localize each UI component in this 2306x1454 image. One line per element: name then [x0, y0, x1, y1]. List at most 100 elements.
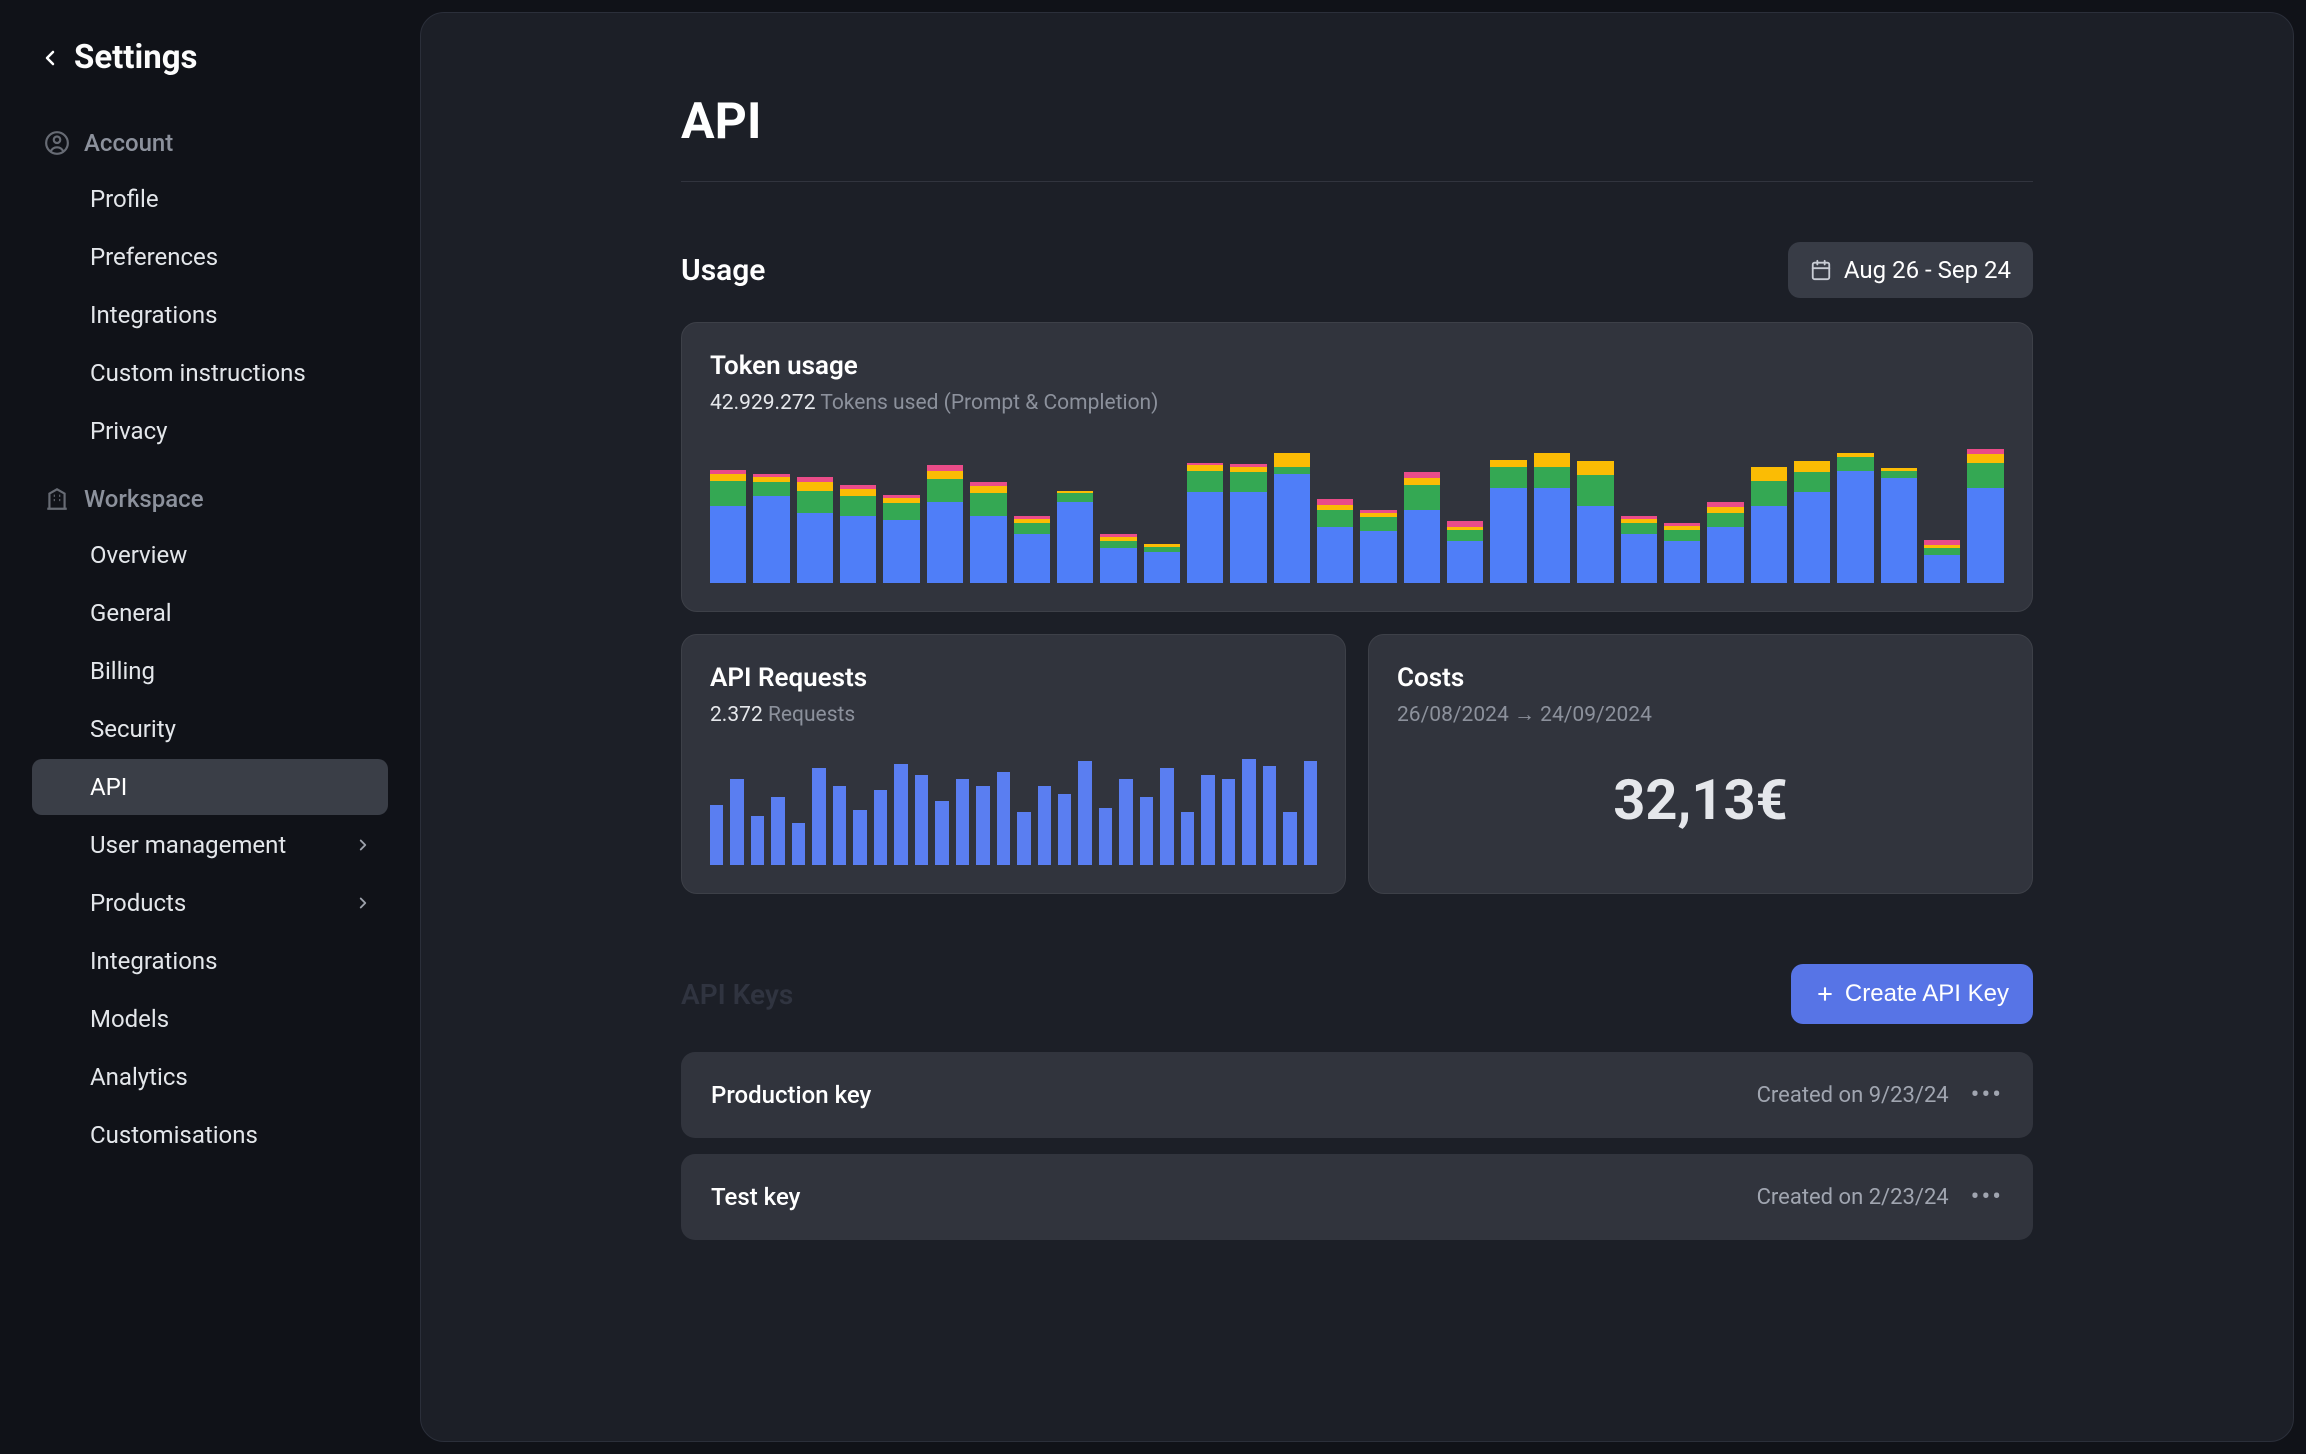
more-icon[interactable]: ••• [1971, 1080, 2003, 1110]
sidebar-item-billing[interactable]: Billing [32, 643, 388, 699]
chevron-right-icon [354, 894, 372, 912]
sidebar-item-custom-instructions[interactable]: Custom instructions [32, 345, 388, 401]
more-icon[interactable]: ••• [1971, 1182, 2003, 1212]
chart-bar [997, 772, 1010, 866]
chart-bar [1283, 812, 1296, 865]
sidebar-item-models[interactable]: Models [32, 991, 388, 1047]
chart-bar [1621, 516, 1657, 583]
api-requests-card: API Requests 2.372 Requests [681, 634, 1346, 894]
sidebar-item-label: Custom instructions [90, 359, 306, 387]
sidebar-item-label: Models [90, 1005, 169, 1033]
chart-bar [1230, 464, 1266, 583]
api-key-name: Test key [711, 1183, 800, 1211]
date-range-label: Aug 26 - Sep 24 [1844, 256, 2011, 284]
sidebar-item-preferences[interactable]: Preferences [32, 229, 388, 285]
chart-bar [1181, 812, 1194, 865]
chart-bar [812, 768, 825, 865]
api-key-date: Created on 2/23/24 [1757, 1185, 1949, 1210]
chart-bar [1360, 510, 1396, 583]
page-title: API [681, 93, 2033, 182]
usage-section-header: Usage Aug 26 - Sep 24 [681, 242, 2033, 298]
chart-bar [1014, 516, 1050, 583]
sidebar-item-privacy[interactable]: Privacy [32, 403, 388, 459]
sidebar-title: Settings [74, 38, 198, 77]
sidebar-item-customisations[interactable]: Customisations [32, 1107, 388, 1163]
chart-bar [1160, 768, 1173, 865]
chart-bar [1664, 523, 1700, 583]
main-content: API Usage Aug 26 - Sep 24 Token usage 42… [420, 12, 2294, 1442]
sidebar-item-label: General [90, 599, 172, 627]
chart-bar [1017, 812, 1030, 865]
api-requests-chart [710, 755, 1317, 865]
sidebar-item-label: Billing [90, 657, 155, 685]
chart-bar [710, 805, 723, 866]
costs-card: Costs 26/08/2024 → 24/09/2024 32,13€ [1368, 634, 2033, 894]
api-keys-title: API Keys [681, 978, 793, 1011]
chart-bar [1490, 460, 1526, 583]
chart-bar [840, 485, 876, 583]
chart-bar [915, 775, 928, 865]
sidebar-item-label: Preferences [90, 243, 218, 271]
chart-bar [1038, 786, 1051, 865]
chart-bar [1201, 775, 1214, 865]
costs-value: 32,13€ [1397, 767, 2004, 833]
api-requests-subtitle: 2.372 Requests [710, 703, 1317, 727]
chart-bar [797, 477, 833, 583]
chevron-right-icon [354, 836, 372, 854]
sidebar-item-label: Integrations [90, 301, 218, 329]
chart-bar [1304, 761, 1317, 866]
sidebar-item-label: Security [90, 715, 176, 743]
costs-range: 26/08/2024 → 24/09/2024 [1397, 703, 2004, 727]
sidebar-item-label: Customisations [90, 1121, 258, 1149]
api-key-name: Production key [711, 1081, 871, 1109]
chart-bar [853, 810, 866, 865]
sidebar-item-profile[interactable]: Profile [32, 171, 388, 227]
sidebar-item-label: Products [90, 889, 186, 917]
user-circle-icon [44, 130, 70, 156]
sidebar-item-overview[interactable]: Overview [32, 527, 388, 583]
chart-bar [751, 816, 764, 866]
create-api-key-button[interactable]: Create API Key [1791, 964, 2033, 1024]
chart-bar [753, 474, 789, 583]
chart-bar [1447, 521, 1483, 583]
sidebar-item-general[interactable]: General [32, 585, 388, 641]
sidebar-item-api[interactable]: API [32, 759, 388, 815]
sidebar-item-analytics[interactable]: Analytics [32, 1049, 388, 1105]
sidebar-item-products[interactable]: Products [32, 875, 388, 931]
chart-bar [1187, 463, 1223, 583]
sidebar-item-integrations[interactable]: Integrations [32, 287, 388, 343]
chart-bar [1967, 449, 2003, 583]
sidebar-section-workspace: Workspace [32, 473, 388, 525]
sidebar-item-user-management[interactable]: User management [32, 817, 388, 873]
chart-bar [927, 465, 963, 583]
sidebar-item-security[interactable]: Security [32, 701, 388, 757]
sidebar-item-integrations[interactable]: Integrations [32, 933, 388, 989]
calendar-icon [1810, 259, 1832, 281]
chart-bar [935, 801, 948, 865]
sidebar-item-label: Integrations [90, 947, 218, 975]
chart-bar [894, 764, 907, 865]
chart-bar [1317, 499, 1353, 583]
chart-bar [730, 779, 743, 865]
sidebar-item-label: Overview [90, 541, 187, 569]
chart-bar [1222, 779, 1235, 865]
api-key-date: Created on 9/23/24 [1757, 1083, 1949, 1108]
chart-bar [1263, 766, 1276, 865]
chart-bar [1577, 461, 1613, 583]
token-usage-title: Token usage [710, 351, 2004, 381]
sidebar-item-label: Analytics [90, 1063, 188, 1091]
usage-label: Usage [681, 253, 765, 288]
chart-bar [1078, 761, 1091, 866]
chart-bar [771, 797, 784, 865]
sidebar-item-label: User management [90, 831, 286, 859]
chart-bar [1881, 468, 1917, 583]
chart-bar [1058, 794, 1071, 866]
token-usage-subtitle: 42.929.272 Tokens used (Prompt & Complet… [710, 391, 2004, 415]
chart-bar [1100, 534, 1136, 583]
chart-bar [1751, 467, 1787, 583]
chart-bar [1794, 461, 1830, 583]
token-usage-chart [710, 443, 2004, 583]
chart-bar [1144, 544, 1180, 583]
date-range-picker[interactable]: Aug 26 - Sep 24 [1788, 242, 2033, 298]
sidebar-header[interactable]: Settings [32, 38, 388, 77]
